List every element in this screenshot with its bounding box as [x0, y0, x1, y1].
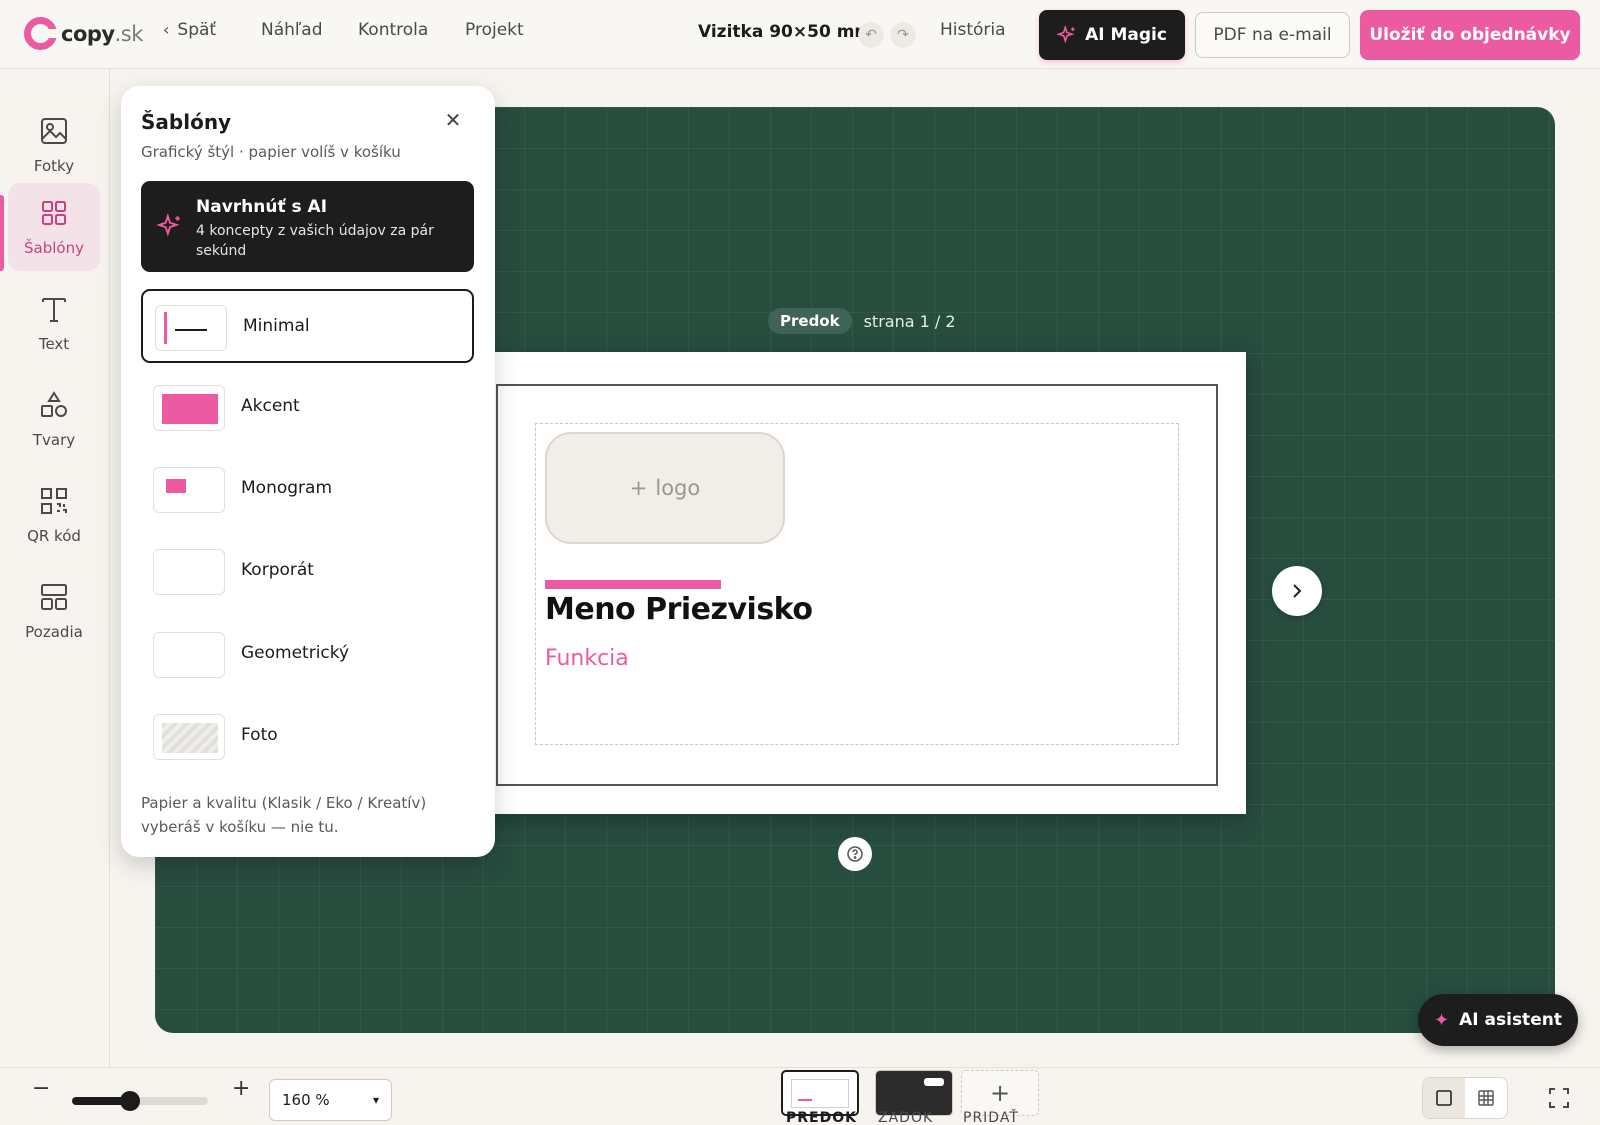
back-link[interactable]: ‹ Späť: [163, 20, 216, 40]
template-geometric[interactable]: Geometrický: [141, 618, 474, 692]
help-icon[interactable]: [838, 837, 872, 871]
template-corporate[interactable]: Korporát: [141, 535, 474, 609]
plus-icon: +: [629, 476, 648, 500]
rail-label-backgrounds: Pozadia: [25, 623, 83, 641]
logo-mark: [24, 17, 58, 50]
save-to-order-button[interactable]: Uložiť do objednávky: [1360, 10, 1580, 60]
nav-preview[interactable]: Náhľad: [261, 20, 323, 40]
rail-item-templates[interactable]: Šablóny: [8, 183, 100, 271]
top-bar: copy.sk ‹ Späť Náhľad Kontrola Projekt Vi…: [0, 0, 1600, 69]
pdf-email-button[interactable]: PDF na e-mail: [1195, 12, 1350, 58]
undo-icon[interactable]: ↶: [858, 22, 884, 48]
rail-item-photos[interactable]: Fotky: [8, 101, 100, 189]
qr-icon: [41, 488, 67, 514]
page-label-front: PREDOK: [786, 1110, 857, 1125]
text-icon: [42, 298, 66, 322]
zoom-out-icon[interactable]: −: [32, 1076, 50, 1101]
history-link[interactable]: História: [940, 20, 1006, 40]
template-thumbnail: [155, 305, 227, 351]
template-thumbnail: [153, 714, 225, 760]
rail-label-templates: Šablóny: [24, 239, 84, 257]
grid-icon: [42, 201, 66, 225]
card-accent-bar[interactable]: [545, 580, 721, 589]
template-label: Akcent: [241, 396, 300, 416]
panel-footer-note: Papier a kvalitu (Klasik / Eko / Kreatív…: [141, 794, 427, 836]
logo-wordmark: copy.sk: [61, 22, 143, 46]
sparkle-icon: [157, 213, 180, 237]
nav-check[interactable]: Kontrola: [358, 20, 428, 40]
design-with-ai-button[interactable]: Navrhnúť s AI 4 koncepty z vašich údajov…: [141, 181, 474, 272]
shapes-icon: [41, 391, 67, 417]
next-page-button[interactable]: [1272, 566, 1322, 616]
ai-assistant-label: AI asistent: [1459, 1010, 1562, 1030]
ai-magic-label: AI Magic: [1085, 25, 1167, 45]
rail-label-qr: QR kód: [27, 527, 81, 545]
layout-icon: [41, 584, 67, 610]
brand-logo[interactable]: copy.sk: [24, 17, 143, 50]
template-thumbnail: [153, 549, 225, 595]
template-label: Geometrický: [241, 643, 350, 663]
rail-item-text[interactable]: Text: [8, 279, 100, 367]
template-thumbnail: [153, 467, 225, 513]
zoom-select-value: 160 %: [282, 1091, 330, 1109]
left-tool-rail: Fotky Šablóny Text Tvary QR kód Pozadia: [0, 69, 110, 1069]
template-monogram[interactable]: Monogram: [141, 453, 474, 527]
rail-item-qr[interactable]: QR kód: [8, 471, 100, 559]
ai-magic-button[interactable]: AI Magic: [1039, 10, 1185, 60]
nav-project[interactable]: Projekt: [465, 20, 524, 40]
template-minimal[interactable]: Minimal: [141, 289, 474, 363]
card-name-text[interactable]: Meno Priezvisko: [545, 592, 813, 627]
image-icon: [41, 118, 67, 144]
template-thumbnail: [153, 385, 225, 431]
grid-view-icon[interactable]: [1465, 1078, 1507, 1118]
template-label: Korporát: [241, 560, 314, 580]
redo-icon[interactable]: ↷: [890, 22, 916, 48]
template-thumbnail: [153, 632, 225, 678]
chevron-down-icon: ▾: [372, 1093, 379, 1107]
logo-placeholder[interactable]: + logo: [545, 432, 785, 544]
template-label: Monogram: [241, 478, 333, 498]
zoom-slider[interactable]: [72, 1091, 208, 1111]
panel-subtitle: Grafický štýl · papier volíš v košíku: [141, 143, 401, 161]
sparkle-icon: ✦: [1434, 1009, 1450, 1031]
single-view-icon[interactable]: [1423, 1078, 1465, 1118]
side-badge: Predok: [768, 308, 852, 334]
panel-title: Šablóny: [141, 110, 232, 134]
document-title: Vizitka 90×50 mm: [698, 22, 873, 42]
view-toggle: [1422, 1077, 1508, 1119]
rail-item-shapes[interactable]: Tvary: [8, 375, 100, 463]
plus-icon: +: [989, 1079, 1011, 1107]
logo-name: copy: [61, 21, 115, 46]
template-label: Minimal: [243, 316, 310, 336]
zoom-slider-handle[interactable]: [120, 1091, 141, 1111]
page-indicator: Predok strana 1 / 2: [768, 308, 956, 334]
rail-label-text: Text: [38, 335, 70, 353]
chevron-right-icon: [1293, 584, 1302, 598]
rail-label-shapes: Tvary: [32, 431, 76, 449]
business-card-front[interactable]: + logo Meno Priezvisko Funkcia: [460, 352, 1246, 814]
back-label: Späť: [177, 20, 217, 40]
rail-item-backgrounds[interactable]: Pozadia: [8, 567, 100, 655]
zoom-select[interactable]: 160 % ▾: [269, 1079, 392, 1121]
ai-card-description: 4 koncepty z vašich údajov za pár sekúnd: [196, 223, 434, 259]
chevron-left-icon: ‹: [163, 20, 170, 39]
page-label-add: PRIDAŤ: [963, 1110, 1019, 1125]
card-function-text[interactable]: Funkcia: [545, 646, 629, 671]
template-label: Foto: [241, 725, 278, 745]
rail-label-photos: Fotky: [33, 157, 75, 175]
templates-panel: Šablóny Grafický štýl · papier volíš v k…: [121, 86, 495, 857]
page-counter: strana 1 / 2: [863, 311, 956, 331]
fullscreen-icon[interactable]: [1548, 1087, 1570, 1109]
ai-assistant-button[interactable]: ✦ AI asistent: [1418, 994, 1578, 1046]
rail-active-indicator: [0, 195, 4, 271]
logo-placeholder-label: logo: [655, 476, 701, 500]
template-accent[interactable]: Akcent: [141, 371, 474, 445]
logo-tld: .sk: [114, 21, 144, 46]
page-label-back: ZADOK: [878, 1110, 934, 1125]
template-photo[interactable]: Foto: [141, 700, 474, 774]
zoom-in-icon[interactable]: +: [232, 1076, 250, 1101]
close-icon[interactable]: ✕: [441, 108, 465, 132]
ai-card-title: Navrhnúť s AI: [196, 197, 328, 217]
sparkle-icon: [1057, 25, 1075, 44]
